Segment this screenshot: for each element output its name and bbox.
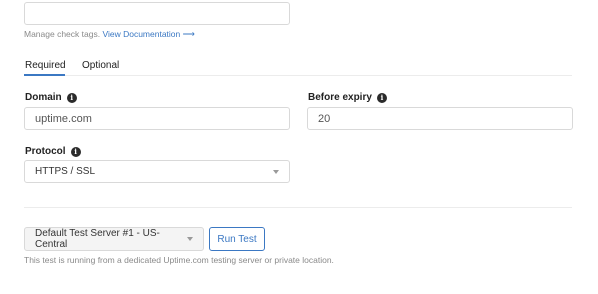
view-documentation-link[interactable]: View Documentation ⟶ (102, 29, 194, 39)
before-expiry-input[interactable]: 20 (307, 107, 573, 130)
test-server-select-value: Default Test Server #1 - US-Central (35, 228, 160, 250)
server-note-text: This test is running from a dedicated Up… (24, 255, 334, 265)
before-expiry-label: Before expiry (308, 92, 372, 103)
run-test-label: Run Test (217, 233, 257, 245)
tab-active-indicator (24, 74, 65, 76)
before-expiry-label-row: Before expiry i (308, 92, 387, 103)
tab-optional-label: Optional (82, 60, 120, 71)
tags-input[interactable] (24, 2, 290, 25)
tab-required[interactable]: Required (25, 60, 66, 71)
tags-help: Manage check tags. View Documentation ⟶ (24, 29, 195, 40)
chevron-down-icon (187, 237, 193, 241)
server-note: This test is running from a dedicated Up… (24, 255, 334, 265)
domain-input-value: uptime.com (35, 112, 92, 125)
tags-help-text: Manage check tags. (24, 29, 101, 39)
domain-label-row: Domain i (25, 92, 77, 103)
info-icon[interactable]: i (376, 92, 387, 103)
test-server-select[interactable]: Default Test Server #1 - US-Central (24, 227, 204, 251)
protocol-label-row: Protocol i (25, 146, 81, 157)
tabs-divider (24, 75, 572, 76)
domain-input[interactable]: uptime.com (24, 107, 290, 130)
footer-divider (24, 207, 572, 208)
tab-required-label: Required (25, 60, 66, 71)
info-icon[interactable]: i (66, 92, 77, 103)
run-test-button[interactable]: Run Test (209, 227, 265, 251)
view-documentation-label: View Documentation (102, 29, 181, 39)
chevron-down-icon (273, 169, 279, 174)
protocol-label: Protocol (25, 146, 66, 157)
domain-label: Domain (25, 92, 62, 103)
tab-optional[interactable]: Optional (82, 60, 119, 71)
protocol-select-value: HTTPS / SSL (35, 166, 96, 177)
info-icon[interactable]: i (70, 146, 81, 157)
before-expiry-input-value: 20 (318, 112, 331, 125)
arrow-right-icon: ⟶ (182, 29, 195, 39)
protocol-select[interactable]: HTTPS / SSL (24, 160, 290, 183)
